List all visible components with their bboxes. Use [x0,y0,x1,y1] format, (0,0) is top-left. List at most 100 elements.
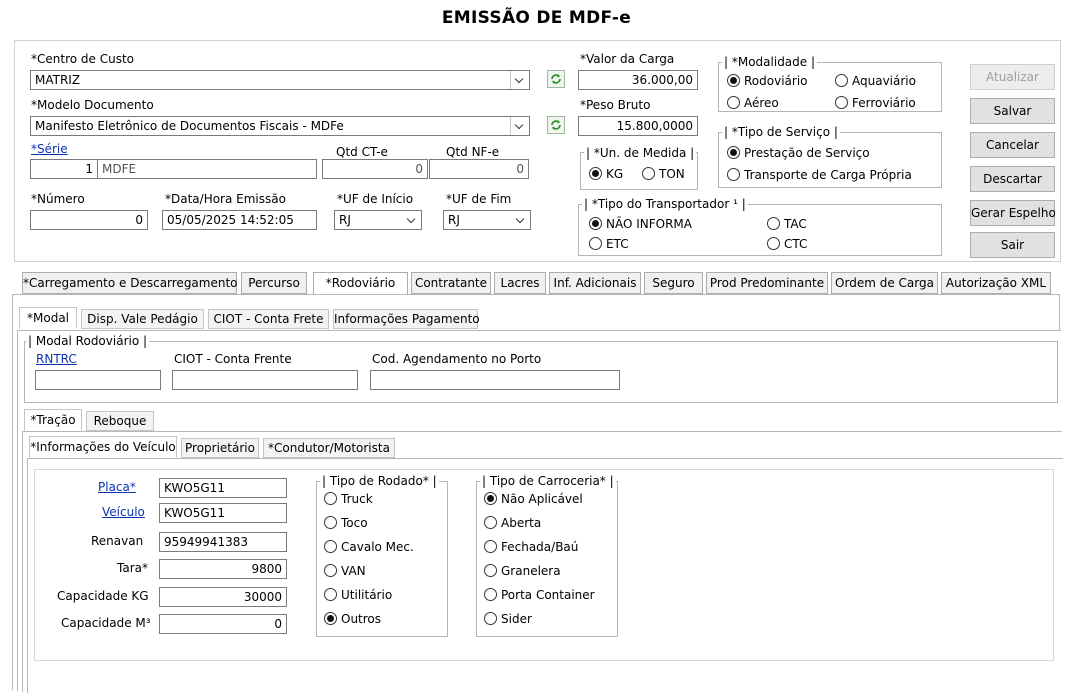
tab-vale-pedagio[interactable]: Disp. Vale Pedágio [81,309,204,329]
radio-ferroviario-label: Ferroviário [852,96,916,110]
renavan-input[interactable]: 95949941383 [159,532,287,552]
radio-nao-informa[interactable]: NÃO INFORMA [589,216,692,232]
radio-aereo[interactable]: Aéreo [727,95,779,111]
tipo-servico-label: | *Tipo de Serviço | [722,125,840,139]
radio-dot [589,217,602,230]
tab-tracao[interactable]: *Tração [24,409,82,431]
tab-carregamento[interactable]: *Carregamento e Descarregamento [22,272,238,294]
tab-prod-predominante[interactable]: Prod Predominante [706,272,828,294]
data-emissao-label: *Data/Hora Emissão [165,192,286,206]
tab-informacoes-pagamento[interactable]: Informações Pagamento [333,309,480,329]
radio-ferroviario[interactable]: Ferroviário [835,95,916,111]
radio-ton[interactable]: TON [642,166,685,182]
radio-kg[interactable]: KG [589,166,623,182]
chevron-down-icon[interactable] [510,71,529,89]
capacidade-kg-input[interactable]: 30000 [159,587,287,607]
placa-link[interactable]: Placa* [98,480,136,494]
tara-label: Tara* [117,561,148,575]
tab-condutor[interactable]: *Condutor/Motorista [263,438,395,458]
atualizar-button[interactable]: Atualizar [970,64,1055,90]
tab-ordem-carga[interactable]: Ordem de Carga [831,272,938,294]
gerar-espelho-button[interactable]: Gerar Espelho [970,200,1056,226]
rodado-option[interactable]: Cavalo Mec. [324,539,414,555]
radio-tac[interactable]: TAC [767,216,807,232]
centro-custo-select[interactable]: MATRIZ [30,70,530,90]
capacidade-m3-input[interactable]: 0 [159,614,287,634]
data-emissao-input[interactable]: 05/05/2025 14:52:05 [162,210,317,230]
rodado-option[interactable]: Outros [324,611,381,627]
rodado-option[interactable]: Truck [324,491,373,507]
rodado-option-label: Toco [341,516,368,530]
numero-input[interactable]: 0 [30,210,148,230]
tab-inf-adicionais[interactable]: Inf. Adicionais [549,272,641,294]
rodado-label-text: Tipo de Rodado* [329,474,429,488]
carroceria-option[interactable]: Aberta [484,515,541,531]
placa-input[interactable]: KWO5G11 [159,478,287,498]
tab-seguro[interactable]: Seguro [644,272,703,294]
radio-dot [484,612,497,625]
veiculo-input[interactable]: KWO5G11 [159,503,287,523]
tab-rodoviario[interactable]: *Rodoviário [313,272,408,295]
peso-bruto-input[interactable]: 15.800,0000 [578,116,698,136]
tab-proprietario[interactable]: Proprietário [181,438,259,458]
tara-input[interactable]: 9800 [159,559,287,579]
refresh-icon[interactable] [547,70,565,88]
agendamento-input[interactable] [370,370,620,390]
qtd-cte-field: 0 [322,159,428,179]
valor-carga-input[interactable]: 36.000,00 [578,70,698,90]
chevron-down-icon[interactable] [403,211,421,229]
tab-reboque[interactable]: Reboque [86,411,154,431]
veiculo-link[interactable]: Veículo [102,505,145,519]
cancelar-button[interactable]: Cancelar [970,132,1055,158]
descartar-button[interactable]: Descartar [970,166,1055,192]
radio-aereo-label: Aéreo [744,96,779,110]
tipo-transportador-label-text: *Tipo do Transportador ¹ [591,197,738,211]
modelo-value: Manifesto Eletrônico de Documentos Fisca… [35,119,344,133]
carroceria-option[interactable]: Fechada/Baú [484,539,578,555]
carroceria-option[interactable]: Não Aplicável [484,491,583,507]
ciot-input[interactable] [172,370,358,390]
carroceria-option[interactable]: Granelera [484,563,561,579]
radio-prestacao[interactable]: Prestação de Serviço [727,145,870,161]
uf-inicio-value: RJ [339,213,351,227]
modelo-select[interactable]: Manifesto Eletrônico de Documentos Fisca… [30,116,530,136]
carroceria-label-text: Tipo de Carroceria* [489,474,606,488]
ciot-label: CIOT - Conta Frente [174,352,292,366]
carroceria-option[interactable]: Sider [484,611,532,627]
rodado-option[interactable]: VAN [324,563,366,579]
refresh-icon[interactable] [547,116,565,134]
modal-subpanel: | Modal Rodoviário | RNTRC CIOT - Conta … [17,330,1063,693]
chevron-down-icon[interactable] [510,117,529,135]
uf-inicio-select[interactable]: RJ [334,210,422,230]
rodado-option[interactable]: Utilitário [324,587,392,603]
radio-rodoviario-label: Rodoviário [744,74,808,88]
salvar-button[interactable]: Salvar [970,98,1055,124]
radio-etc[interactable]: ETC [589,236,629,252]
serie-link[interactable]: *Série [31,142,68,156]
carroceria-option-label: Granelera [501,564,561,578]
radio-carga-propria[interactable]: Transporte de Carga Própria [727,167,912,183]
carroceria-option[interactable]: Porta Container [484,587,595,603]
rntrc-link[interactable]: RNTRC [36,352,77,366]
radio-rodoviario[interactable]: Rodoviário [727,73,808,89]
tab-lacres[interactable]: Lacres [494,272,546,294]
tab-contratante[interactable]: Contratante [411,272,491,294]
tab-informacoes-veiculo[interactable]: *Informações do Veículo [29,436,177,458]
tab-percurso[interactable]: Percurso [241,272,307,294]
uf-fim-select[interactable]: RJ [443,210,531,230]
capacidade-kg-label: Capacidade KG [57,589,149,603]
radio-dot [589,167,602,180]
tab-modal[interactable]: *Modal [19,307,77,329]
un-medida-label-text: *Un. de Medida [593,146,687,160]
chevron-down-icon[interactable] [512,211,530,229]
tab-autorizacao-xml[interactable]: Autorização XML [941,272,1051,294]
peso-bruto-label: *Peso Bruto [580,98,651,112]
serie-number-input[interactable]: 1 [30,159,98,179]
tab-ciot-conta-frete[interactable]: CIOT - Conta Frete [208,309,329,329]
rodado-option[interactable]: Toco [324,515,368,531]
rntrc-input[interactable] [35,370,161,390]
radio-dot [835,74,848,87]
radio-ctc[interactable]: CTC [767,236,807,252]
sair-button[interactable]: Sair [970,232,1055,258]
radio-aquaviario[interactable]: Aquaviário [835,73,916,89]
